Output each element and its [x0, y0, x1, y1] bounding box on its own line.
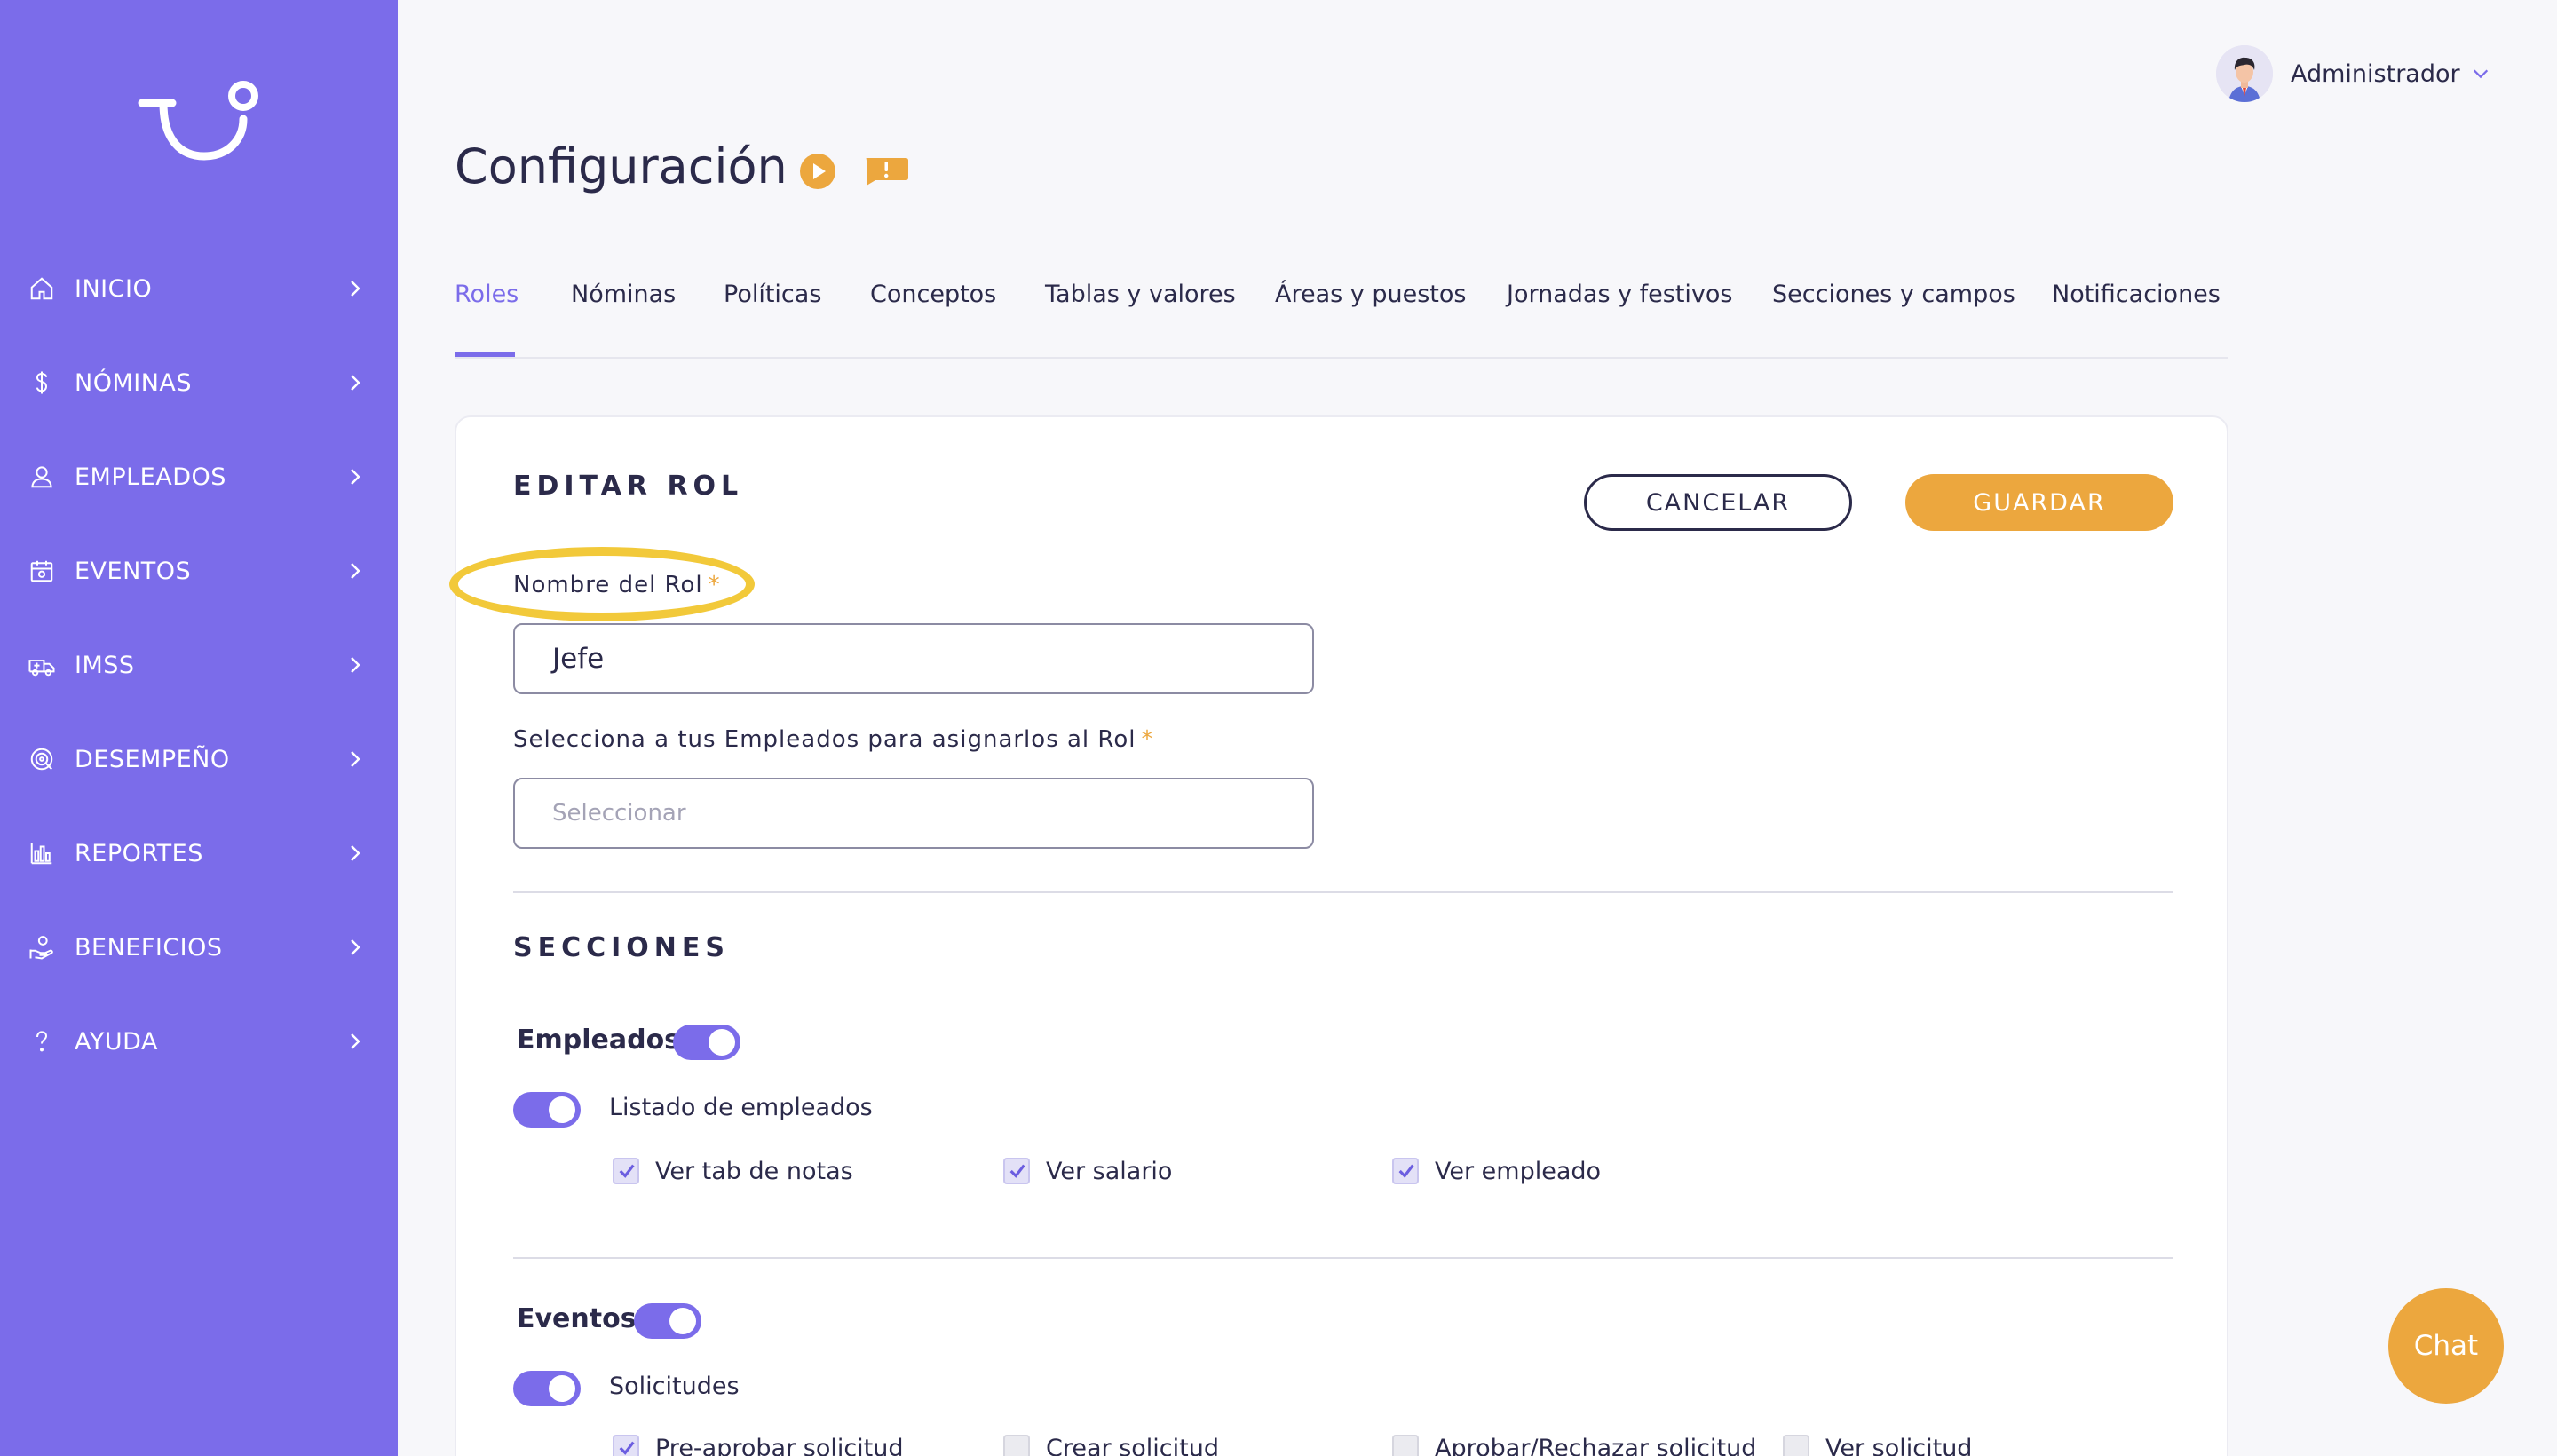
checkbox-aprobar-rechazar-solicitud[interactable]: [1392, 1435, 1419, 1456]
edit-role-card: EDITAR ROL CANCELAR GUARDAR Nombre del R…: [449, 415, 2228, 1456]
tab-areas-puestos[interactable]: Áreas y puestos: [1275, 281, 1466, 308]
toggle-empleados[interactable]: [673, 1025, 740, 1060]
chevron-right-icon: [351, 751, 360, 767]
sidebar-item-label: REPORTES: [75, 839, 203, 867]
home-icon: [27, 273, 57, 304]
tab-conceptos[interactable]: Conceptos: [870, 281, 996, 308]
target-icon: [27, 744, 57, 774]
cancel-button[interactable]: CANCELAR: [1584, 474, 1852, 531]
checkbox-ver-empleado[interactable]: [1392, 1158, 1419, 1184]
hand-coin-icon: [27, 932, 57, 962]
group-title-eventos: Eventos: [517, 1303, 637, 1334]
checkbox-pre-aprobar-solicitud[interactable]: [613, 1435, 639, 1456]
calendar-icon: [27, 556, 57, 586]
chevron-right-icon: [351, 281, 360, 297]
listado-empleados-label: Listado de empleados: [609, 1094, 873, 1121]
user-menu[interactable]: Administrador: [2216, 44, 2490, 103]
edit-role-heading: EDITAR ROL: [513, 471, 744, 502]
chevron-right-icon: [351, 1033, 360, 1049]
sidebar-nav: INICIO NÓMINAS EMPLEADOS EVENTOS IMSS DE…: [0, 241, 398, 1088]
sidebar-item-label: NÓMINAS: [75, 368, 193, 397]
checkbox-ver-salario[interactable]: [1003, 1158, 1030, 1184]
user-icon: [27, 462, 57, 492]
avatar: [2216, 45, 2273, 102]
chevron-right-icon: [351, 939, 360, 955]
employees-select[interactable]: Seleccionar: [513, 778, 1314, 849]
sidebar-item-eventos[interactable]: EVENTOS: [0, 524, 398, 618]
settings-tabs: Roles Nóminas Políticas Conceptos Tablas…: [455, 281, 2228, 359]
sidebar-item-beneficios[interactable]: BENEFICIOS: [0, 900, 398, 994]
sidebar-item-inicio[interactable]: INICIO: [0, 241, 398, 336]
check-icon: [1009, 1164, 1025, 1178]
sidebar-item-label: DESEMPEÑO: [75, 745, 230, 773]
chevron-right-icon: [351, 469, 360, 485]
required-mark: *: [1141, 726, 1154, 753]
sections-heading: SECCIONES: [513, 932, 731, 963]
sidebar-item-nominas[interactable]: NÓMINAS: [0, 336, 398, 430]
aprobar-rechazar-solicitud-label: Aprobar/Rechazar solicitud: [1435, 1435, 1757, 1456]
divider: [513, 1257, 2173, 1259]
check-icon: [619, 1164, 635, 1178]
sidebar-item-desempeno[interactable]: DESEMPEÑO: [0, 712, 398, 806]
tab-notificaciones[interactable]: Notificaciones: [2052, 281, 2221, 308]
tab-roles[interactable]: Roles: [455, 281, 519, 308]
role-name-input[interactable]: Jefe: [513, 623, 1314, 694]
role-name-label: Nombre del Rol *: [513, 572, 721, 598]
chevron-right-icon: [351, 375, 360, 391]
sidebar-item-ayuda[interactable]: AYUDA: [0, 994, 398, 1088]
tab-tablas-valores[interactable]: Tablas y valores: [1045, 281, 1236, 308]
check-icon: [619, 1441, 635, 1455]
required-mark: *: [708, 572, 721, 598]
save-button[interactable]: GUARDAR: [1905, 474, 2173, 531]
ver-empleado-label: Ver empleado: [1435, 1158, 1602, 1185]
crear-solicitud-label: Crear solicitud: [1046, 1435, 1219, 1456]
chevron-right-icon: [351, 563, 360, 579]
logo[interactable]: [133, 78, 266, 167]
page-title: Configuración: [455, 138, 788, 194]
question-icon: [27, 1026, 57, 1056]
alert-message-icon[interactable]: [863, 156, 909, 186]
toggle-solicitudes[interactable]: [513, 1371, 581, 1406]
chevron-right-icon: [351, 845, 360, 861]
sidebar-item-label: EMPLEADOS: [75, 463, 226, 491]
user-name: Administrador: [2291, 59, 2460, 88]
sidebar-item-reportes[interactable]: REPORTES: [0, 806, 398, 900]
sidebar-item-label: BENEFICIOS: [75, 933, 223, 961]
tab-politicas[interactable]: Políticas: [724, 281, 821, 308]
chevron-right-icon: [351, 657, 360, 673]
checkbox-ver-tab-notas[interactable]: [613, 1158, 639, 1184]
toggle-listado-empleados[interactable]: [513, 1092, 581, 1128]
sidebar-item-label: EVENTOS: [75, 557, 192, 585]
dollar-icon: [27, 368, 57, 398]
play-icon[interactable]: [799, 153, 836, 190]
ver-solicitud-label: Ver solicitud: [1825, 1435, 1973, 1456]
sidebar: INICIO NÓMINAS EMPLEADOS EVENTOS IMSS DE…: [0, 0, 398, 1456]
divider: [513, 891, 2173, 893]
ambulance-icon: [27, 650, 57, 680]
sidebar-item-label: AYUDA: [75, 1027, 158, 1056]
checkbox-ver-solicitud[interactable]: [1783, 1435, 1809, 1456]
tab-nominas[interactable]: Nóminas: [571, 281, 676, 308]
chevron-down-icon: [2473, 69, 2488, 79]
pre-aprobar-solicitud-label: Pre-aprobar solicitud: [655, 1435, 904, 1456]
ver-salario-label: Ver salario: [1046, 1158, 1173, 1185]
chat-button[interactable]: Chat: [2388, 1288, 2504, 1404]
sidebar-item-imss[interactable]: IMSS: [0, 618, 398, 712]
bar-chart-icon: [27, 838, 57, 868]
active-tab-indicator: [455, 352, 515, 357]
employees-label: Selecciona a tus Empleados para asignarl…: [513, 726, 1153, 753]
toggle-eventos[interactable]: [634, 1303, 701, 1339]
checkbox-crear-solicitud[interactable]: [1003, 1435, 1030, 1456]
check-icon: [1398, 1164, 1414, 1178]
group-title-empleados: Empleados: [517, 1025, 681, 1056]
sidebar-item-empleados[interactable]: EMPLEADOS: [0, 430, 398, 524]
tab-secciones-campos[interactable]: Secciones y campos: [1772, 281, 2015, 308]
ver-tab-notas-label: Ver tab de notas: [655, 1158, 853, 1185]
solicitudes-label: Solicitudes: [609, 1373, 740, 1400]
role-name-label-text: Nombre del Rol: [513, 572, 703, 598]
employees-label-text: Selecciona a tus Empleados para asignarl…: [513, 726, 1136, 753]
tab-jornadas-festivos[interactable]: Jornadas y festivos: [1507, 281, 1733, 308]
sidebar-item-label: IMSS: [75, 651, 135, 679]
sidebar-item-label: INICIO: [75, 274, 153, 303]
